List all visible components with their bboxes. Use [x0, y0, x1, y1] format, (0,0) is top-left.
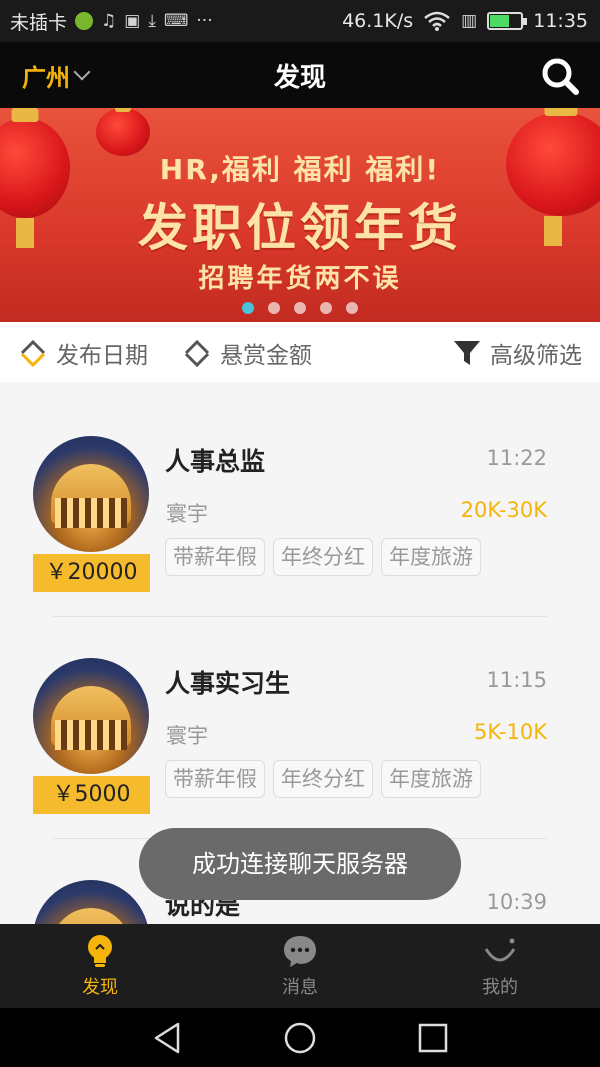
- banner-heading: HR,福利 福利 福利!: [159, 153, 441, 186]
- app-header: 广州 发现: [0, 42, 600, 108]
- post-time: 11:15: [486, 668, 547, 692]
- wifi-icon: [424, 11, 450, 31]
- tab-messages-label: 消息: [282, 977, 318, 998]
- carousel-indicator: [0, 302, 600, 314]
- filter-bar: 发布日期 悬赏金额 高级筛选: [0, 322, 600, 382]
- benefit-tag: 带薪年假: [165, 538, 265, 576]
- company-name: 寰宇: [166, 502, 208, 526]
- benefit-tag: 年度旅游: [381, 538, 481, 576]
- tab-discover[interactable]: 发现: [0, 924, 200, 1008]
- tab-discover-label: 发现: [82, 977, 118, 998]
- avatar-dome: [51, 908, 131, 924]
- benefit-tags: 带薪年假 年终分红 年度旅游: [165, 760, 481, 798]
- job-card[interactable]: ￥20000 人事总监 11:22 寰宇 20K-30K 带薪年假 年终分红 年…: [0, 436, 600, 658]
- search-icon[interactable]: [540, 56, 580, 96]
- sort-toggle-icon: [20, 339, 46, 368]
- carousel-dot[interactable]: [294, 302, 306, 314]
- carousel-dot[interactable]: [242, 302, 254, 314]
- bottom-tab-bar: 发现 消息 我的: [0, 924, 600, 1008]
- tab-messages[interactable]: 消息: [200, 924, 400, 1008]
- advanced-filter-label: 高级筛选: [490, 343, 582, 369]
- benefit-tag: 带薪年假: [165, 760, 265, 798]
- sort-date-label: 发布日期: [56, 343, 148, 369]
- filter-funnel-icon: [454, 341, 480, 365]
- tab-mine-label: 我的: [482, 977, 518, 998]
- city-selector[interactable]: 广州: [0, 58, 91, 93]
- sort-toggle-icon: [184, 339, 210, 368]
- sim-status-icon: [75, 12, 94, 30]
- city-label: 广州: [22, 63, 70, 92]
- sim-card-icon: ▥: [461, 11, 478, 31]
- gallery-icon: ▣: [124, 11, 141, 31]
- company-avatar-block: [33, 880, 151, 924]
- post-time: 10:39: [486, 890, 547, 914]
- salary-range: 5K-10K: [474, 720, 547, 744]
- benefit-tag: 年终分红: [273, 538, 373, 576]
- toast-message: 成功连接聊天服务器: [139, 828, 461, 900]
- avatar-pillars: [55, 498, 127, 528]
- advanced-filter[interactable]: 高级筛选: [452, 336, 582, 370]
- download-icon: ⤓: [148, 11, 156, 31]
- sort-by-date[interactable]: 发布日期: [18, 336, 148, 370]
- carousel-dot[interactable]: [268, 302, 280, 314]
- recent-apps-icon[interactable]: [416, 1021, 450, 1055]
- page-title: 发现: [273, 62, 326, 93]
- network-speed: 46.1K/s: [342, 10, 414, 32]
- banner-title: 发职位领年货: [138, 199, 462, 257]
- benefit-tag: 年终分红: [273, 760, 373, 798]
- promo-banner[interactable]: HR,福利 福利 福利! 发职位领年货 招聘年货两不误: [0, 108, 600, 322]
- lightbulb-icon: [88, 935, 112, 967]
- list-divider: [53, 616, 547, 617]
- reward-badge: ￥20000: [33, 554, 150, 592]
- company-avatar-block: ￥5000: [33, 658, 151, 814]
- back-icon[interactable]: [150, 1021, 184, 1055]
- carousel-dot[interactable]: [346, 302, 358, 314]
- company-avatar: [33, 436, 149, 552]
- battery-icon: [487, 12, 528, 30]
- company-avatar: [33, 880, 149, 924]
- reward-badge: ￥5000: [33, 776, 150, 814]
- sort-by-reward[interactable]: 悬赏金额: [182, 336, 312, 370]
- clock: 11:35: [533, 10, 588, 32]
- chevron-down-icon: [73, 63, 91, 81]
- tab-mine[interactable]: 我的: [400, 924, 600, 1008]
- company-avatar-block: ￥20000: [33, 436, 151, 592]
- job-title: 人事实习生: [165, 669, 291, 698]
- smile-icon: [484, 938, 516, 962]
- system-nav-bar: [0, 1008, 600, 1067]
- job-title: 人事总监: [165, 447, 266, 476]
- avatar-pillars: [55, 720, 127, 750]
- salary-range: 20K-30K: [460, 498, 547, 522]
- company-name: 寰宇: [166, 724, 208, 748]
- post-time: 11:22: [486, 446, 547, 470]
- sort-reward-label: 悬赏金额: [220, 343, 312, 369]
- chat-bubble-icon: [284, 936, 316, 967]
- status-bar: 未插卡 ♫ ▣ ⤓ ⌨ ··· 46.1K/s ▥ 11:35: [0, 0, 600, 42]
- benefit-tags: 带薪年假 年终分红 年度旅游: [165, 538, 481, 576]
- home-icon[interactable]: [283, 1021, 317, 1055]
- benefit-tag: 年度旅游: [381, 760, 481, 798]
- carousel-dot[interactable]: [320, 302, 332, 314]
- banner-subtitle: 招聘年货两不误: [198, 264, 402, 294]
- more-notifications-icon: ···: [196, 11, 213, 31]
- battery-level: [490, 15, 510, 27]
- carrier-label: 未插卡: [10, 11, 68, 34]
- notification-icon: ♫: [101, 11, 117, 31]
- keyboard-icon: ⌨: [163, 11, 189, 31]
- company-avatar: [33, 658, 149, 774]
